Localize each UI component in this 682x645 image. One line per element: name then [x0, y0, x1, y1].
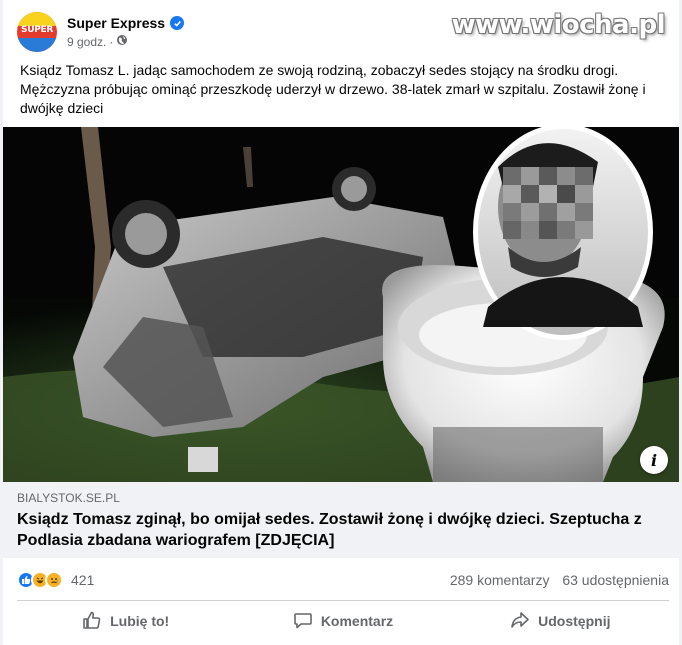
info-icon[interactable]: i [640, 446, 668, 474]
reactions-summary[interactable]: 421 [17, 571, 94, 589]
page-avatar[interactable]: SUPER [17, 12, 57, 52]
post-photo[interactable]: i [3, 127, 679, 482]
like-button-label: Lubię to! [110, 613, 170, 629]
comment-button-label: Komentarz [320, 613, 394, 629]
comment-button[interactable]: Komentarz [234, 603, 451, 639]
post-card: SUPER Super Express 9 godz. · www.wiocha… [3, 0, 679, 645]
share-button-label: Udostępnij [538, 613, 611, 629]
share-icon [510, 610, 538, 633]
post-header: SUPER Super Express 9 godz. · [17, 10, 185, 54]
link-title[interactable]: Ksiądz Tomasz zginął, bo omijał sedes. Z… [17, 509, 665, 551]
action-bar: Lubię to! Komentarz Udostępnij [17, 603, 669, 639]
watermark: www.wiocha.pl [451, 10, 666, 40]
share-button[interactable]: Udostępnij [452, 603, 669, 639]
link-preview[interactable]: BIALYSTOK.SE.PL Ksiądz Tomasz zginął, bo… [3, 482, 679, 558]
thumbs-up-icon [82, 610, 110, 633]
sad-reaction-icon [45, 571, 63, 589]
verified-badge-icon [170, 16, 185, 30]
shares-count[interactable]: 63 udostępnienia [562, 572, 669, 588]
globe-icon [116, 34, 128, 49]
link-domain: BIALYSTOK.SE.PL [17, 491, 120, 505]
comment-icon [293, 610, 321, 633]
like-button[interactable]: Lubię to! [17, 603, 234, 639]
comments-count[interactable]: 289 komentarzy [450, 572, 550, 588]
post-timestamp[interactable]: 9 godz. [67, 35, 106, 49]
page-name[interactable]: Super Express [67, 15, 165, 31]
post-text: Ksiądz Tomasz L. jadąc samochodem ze swo… [20, 62, 646, 116]
reaction-count: 421 [71, 572, 95, 588]
avatar-logo-text: SUPER [21, 25, 53, 35]
post-stats: 421 289 komentarzy 63 udostępnienia [17, 566, 669, 594]
divider [17, 600, 669, 601]
